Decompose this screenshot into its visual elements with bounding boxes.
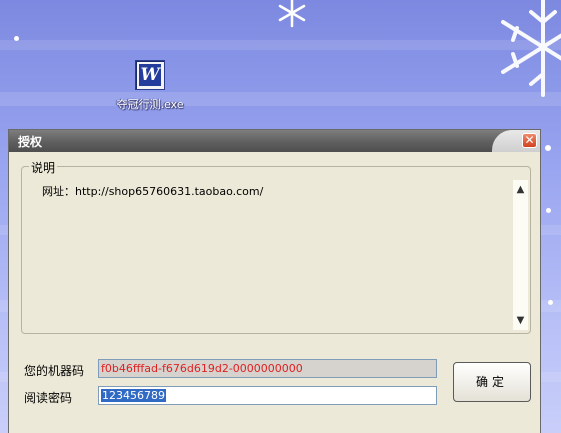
word-icon-glyph: W (139, 64, 161, 86)
snowflake-large-decoration (501, 0, 561, 97)
scroll-up-icon[interactable]: ▲ (513, 182, 528, 197)
snow-dot-decoration (545, 145, 551, 151)
dialog-title: 授权 (18, 135, 43, 149)
dialog-titlebar[interactable]: 授权 ✕ (9, 130, 540, 152)
vertical-scrollbar[interactable]: ▲ ▼ (513, 180, 528, 330)
snowflake-small-decoration (278, 0, 306, 28)
word-document-icon: W (135, 60, 165, 90)
description-groupbox: 说明 网址：http://shop65760631.taobao.com/ ▲ … (21, 159, 531, 334)
selected-password-text: 123456789 (101, 389, 166, 402)
website-text: 网址：http://shop65760631.taobao.com/ (42, 185, 264, 198)
read-password-input[interactable]: 123456789 (98, 386, 437, 405)
read-password-label: 阅读密码 (24, 391, 73, 405)
titlebar-controls: ✕ (492, 130, 540, 152)
desktop-shortcut-label: 夺冠行测.exe (116, 98, 184, 111)
snow-dot-decoration (14, 36, 19, 41)
ok-button[interactable]: 确定 (453, 362, 531, 402)
scroll-down-icon[interactable]: ▼ (513, 313, 528, 328)
machine-code-field[interactable]: f0b46fffad-f676d619d2-0000000000 (98, 359, 437, 378)
authorization-dialog: 授权 ✕ 说明 网址：http://shop65760631.taobao.co… (8, 129, 541, 433)
snow-dot-decoration (546, 208, 551, 213)
groupbox-title: 说明 (29, 159, 58, 176)
desktop-shortcut[interactable]: W 夺冠行测.exe (110, 60, 190, 112)
machine-code-label: 您的机器码 (24, 364, 85, 378)
close-button[interactable]: ✕ (522, 133, 537, 148)
snow-dot-decoration (548, 300, 553, 305)
